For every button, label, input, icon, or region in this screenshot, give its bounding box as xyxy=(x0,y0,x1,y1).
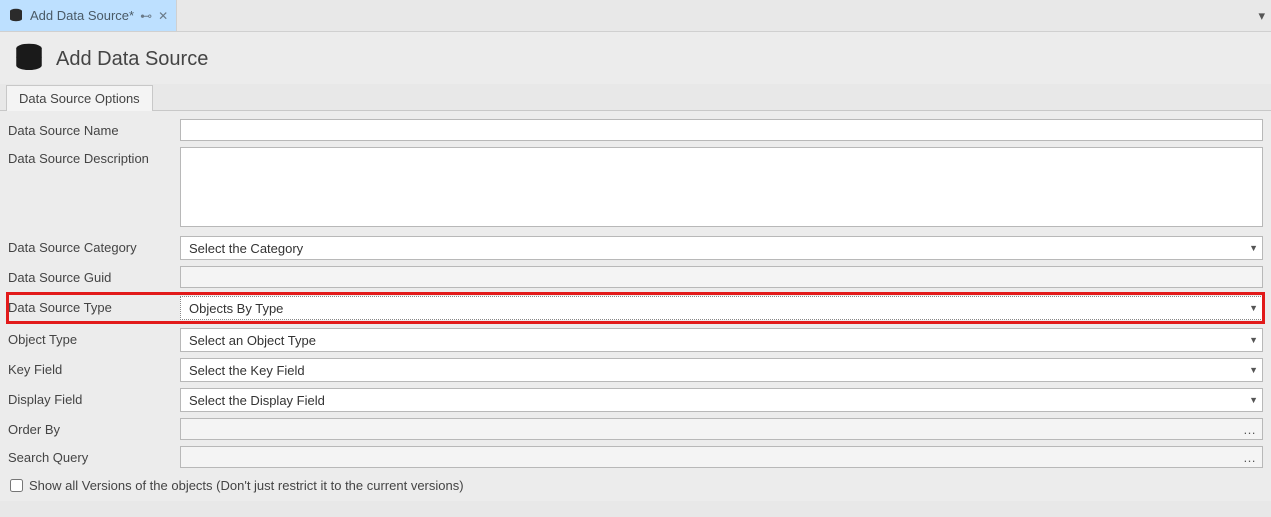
chevron-down-icon: ▼ xyxy=(1249,243,1258,253)
tab-overflow-dropdown[interactable]: ▾ xyxy=(1258,0,1265,31)
row-data-source-type-highlighted: Data Source Type Objects By Type ▼ xyxy=(8,294,1263,322)
input-data-source-description[interactable] xyxy=(180,147,1263,227)
document-tab-title: Add Data Source* xyxy=(30,8,134,23)
combo-data-source-category[interactable]: Select the Category ▼ xyxy=(180,236,1263,260)
label-object-type: Object Type xyxy=(8,328,180,347)
database-icon xyxy=(8,8,24,24)
combo-value: Select the Display Field xyxy=(189,393,325,408)
page-header: Add Data Source xyxy=(0,32,1271,84)
combo-value: Select the Key Field xyxy=(189,363,305,378)
ellipsis-icon: … xyxy=(1243,422,1256,437)
label-search-query: Search Query xyxy=(8,446,180,465)
combo-value: Select an Object Type xyxy=(189,333,316,348)
input-data-source-name[interactable] xyxy=(180,119,1263,141)
document-tab-strip: Add Data Source* ⊷ ✕ ▾ xyxy=(0,0,1271,32)
label-data-source-guid: Data Source Guid xyxy=(8,266,180,285)
close-icon[interactable]: ✕ xyxy=(158,10,168,22)
database-icon xyxy=(12,42,46,76)
document-tab-add-data-source[interactable]: Add Data Source* ⊷ ✕ xyxy=(0,0,177,31)
pin-icon[interactable]: ⊷ xyxy=(140,10,152,22)
tab-data-source-options[interactable]: Data Source Options xyxy=(6,85,153,111)
chevron-down-icon: ▼ xyxy=(1249,335,1258,345)
chevron-down-icon: ▾ xyxy=(1258,8,1265,24)
combo-display-field[interactable]: Select the Display Field ▼ xyxy=(180,388,1263,412)
label-key-field: Key Field xyxy=(8,358,180,377)
button-search-query[interactable]: … xyxy=(180,446,1263,468)
checkbox-label: Show all Versions of the objects (Don't … xyxy=(29,478,464,493)
page-title: Add Data Source xyxy=(56,48,208,71)
chevron-down-icon: ▼ xyxy=(1249,303,1258,313)
label-data-source-description: Data Source Description xyxy=(8,147,180,166)
label-data-source-type: Data Source Type xyxy=(8,296,180,315)
combo-value: Objects By Type xyxy=(189,301,283,316)
combo-value: Select the Category xyxy=(189,241,303,256)
chevron-down-icon: ▼ xyxy=(1249,395,1258,405)
combo-object-type[interactable]: Select an Object Type ▼ xyxy=(180,328,1263,352)
data-source-options-panel: Data Source Name Data Source Description… xyxy=(0,110,1271,501)
checkbox-input-show-all-versions[interactable] xyxy=(10,479,23,492)
label-order-by: Order By xyxy=(8,418,180,437)
chevron-down-icon: ▼ xyxy=(1249,365,1258,375)
label-display-field: Display Field xyxy=(8,388,180,407)
checkbox-show-all-versions[interactable]: Show all Versions of the objects (Don't … xyxy=(8,474,1263,497)
field-data-source-guid xyxy=(180,266,1263,288)
label-data-source-category: Data Source Category xyxy=(8,236,180,255)
combo-data-source-type[interactable]: Objects By Type ▼ xyxy=(180,296,1263,320)
button-order-by[interactable]: … xyxy=(180,418,1263,440)
options-tab-row: Data Source Options xyxy=(0,84,1271,110)
combo-key-field[interactable]: Select the Key Field ▼ xyxy=(180,358,1263,382)
label-data-source-name: Data Source Name xyxy=(8,119,180,138)
ellipsis-icon: … xyxy=(1243,450,1256,465)
